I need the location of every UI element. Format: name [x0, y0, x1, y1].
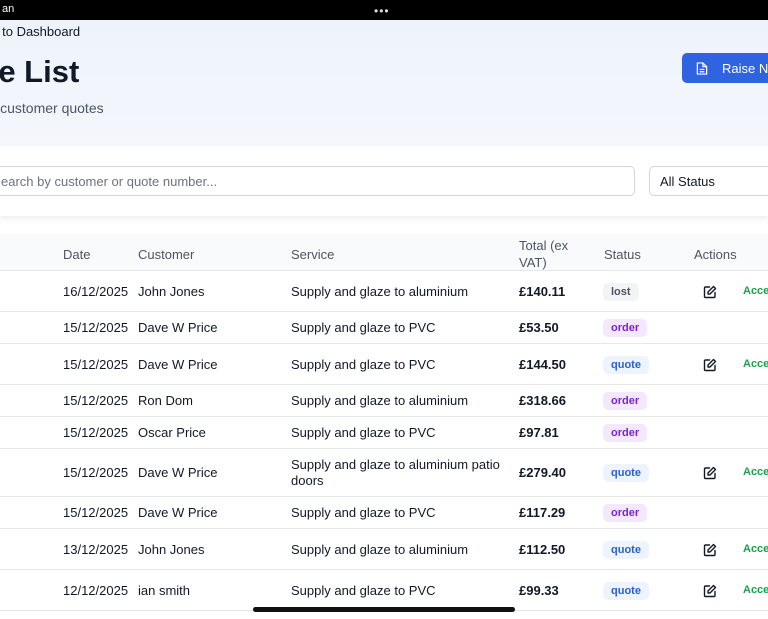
table-row[interactable]: 15/12/2025 Dave W Price Supply and glaze t…	[0, 497, 768, 529]
cell-total: £97.81	[519, 425, 559, 440]
edit-icon[interactable]	[703, 584, 717, 598]
table-row[interactable]: 15/12/2025 Oscar Price Supply and glaze to…	[0, 417, 768, 449]
cell-service: Supply and glaze to PVC	[291, 582, 436, 598]
status-badge: quote	[603, 581, 649, 600]
status-badge: order	[603, 504, 648, 522]
accept-quote-link[interactable]: Acce	[743, 466, 768, 478]
table-row[interactable]: 15/12/2025 Dave W Price Supply and glaze t…	[0, 344, 768, 385]
cell-date: 13/12/2025	[63, 541, 129, 557]
cell-total: £53.50	[519, 320, 559, 335]
cell-date: 15/12/2025	[63, 505, 129, 520]
quotes-table: Date Customer Service Total (ex VAT) Sta…	[0, 234, 768, 619]
accept-quote-link[interactable]: Acce	[743, 358, 768, 370]
cell-customer: John Jones	[138, 283, 205, 299]
table-row[interactable]: 15/12/2025 Dave W Price Supply and glaze t…	[0, 449, 768, 497]
home-indicator[interactable]	[253, 607, 515, 612]
raise-new-quote-button[interactable]: Raise Ne	[682, 53, 768, 83]
status-badge: order	[603, 392, 648, 410]
cell-service: Supply and glaze to PVC	[291, 425, 436, 440]
document-icon	[696, 61, 708, 75]
edit-icon[interactable]	[703, 543, 717, 557]
cell-customer: John Jones	[138, 541, 205, 557]
cell-service: Supply and glaze to PVC	[291, 505, 436, 520]
column-header-date[interactable]: Date	[63, 246, 90, 263]
cell-total: £144.50	[519, 356, 566, 372]
column-header-customer[interactable]: Customer	[138, 246, 194, 263]
table-row[interactable]: 12/12/2025 ian smith Supply and glaze to P…	[0, 570, 768, 611]
cell-total: £117.29	[519, 505, 566, 520]
table-row[interactable]: 13/12/2025 John Jones Supply and glaze to …	[0, 529, 768, 570]
cell-total: £140.11	[519, 283, 566, 299]
cell-date: 16/12/2025	[63, 283, 129, 299]
system-status-bar: an •••	[0, 0, 768, 20]
cell-customer: Dave W Price	[138, 465, 218, 480]
cell-service: Supply and glaze to aluminium	[291, 393, 469, 408]
back-to-dashboard-link[interactable]: k to Dashboard	[0, 24, 80, 39]
raise-new-quote-label: Raise Ne	[722, 60, 768, 76]
cell-date: 15/12/2025	[63, 393, 129, 408]
status-bar-text: an	[2, 3, 15, 15]
status-filter-select[interactable]: All Status	[649, 166, 768, 196]
cell-customer: Ron Dom	[138, 393, 193, 408]
cell-service: Supply and glaze to aluminium patio door…	[291, 457, 500, 488]
status-badge: order	[603, 319, 648, 337]
page-title: te List	[0, 54, 80, 89]
cell-date: 12/12/2025	[63, 582, 129, 598]
edit-icon[interactable]	[703, 466, 717, 480]
cell-date: 15/12/2025	[63, 320, 129, 335]
cell-service: Supply and glaze to aluminium	[291, 541, 469, 557]
accept-quote-link[interactable]: Acce	[743, 584, 768, 596]
cell-date: 15/12/2025	[63, 425, 129, 440]
status-badge: lost	[603, 282, 639, 301]
cell-date: 15/12/2025	[63, 356, 129, 372]
status-badge: quote	[603, 355, 649, 374]
cell-total: £279.40	[519, 465, 566, 480]
cell-customer: Oscar Price	[138, 425, 206, 440]
cell-customer: Dave W Price	[138, 320, 218, 335]
page-header: k to Dashboard te List ll customer quote…	[0, 20, 768, 146]
page-subtitle: ll customer quotes	[0, 100, 104, 116]
cell-total: £99.33	[519, 582, 559, 598]
search-input[interactable]	[0, 166, 635, 196]
cell-customer: Dave W Price	[138, 505, 218, 520]
accept-quote-link[interactable]: Acce	[743, 543, 768, 555]
column-header-service[interactable]: Service	[291, 246, 334, 263]
cell-service: Supply and glaze to PVC	[291, 320, 436, 335]
table-row[interactable]: 15/12/2025 Ron Dom Supply and glaze to alu…	[0, 385, 768, 417]
column-header-total[interactable]: Total (ex VAT)	[519, 237, 583, 271]
edit-icon[interactable]	[703, 358, 717, 372]
cell-total: £112.50	[519, 541, 566, 557]
cell-service: Supply and glaze to aluminium	[291, 283, 469, 299]
table-row[interactable]: 16/12/2025 John Jones Supply and glaze to …	[0, 271, 768, 312]
status-badge: quote	[603, 540, 649, 559]
status-badge: order	[603, 424, 648, 442]
cell-total: £318.66	[519, 393, 566, 408]
cell-customer: ian smith	[138, 582, 191, 598]
column-header-status[interactable]: Status	[604, 246, 641, 263]
cell-date: 15/12/2025	[63, 465, 129, 480]
table-row[interactable]: 15/12/2025 Dave W Price Supply and glaze t…	[0, 312, 768, 344]
filter-panel: All Status	[0, 146, 768, 216]
status-badge: quote	[603, 464, 649, 482]
accept-quote-link[interactable]: Acce	[743, 285, 768, 297]
cell-service: Supply and glaze to PVC	[291, 356, 436, 372]
table-header: Date Customer Service Total (ex VAT) Sta…	[0, 234, 768, 271]
column-header-actions: Actions	[694, 247, 737, 262]
multitasking-dots-icon[interactable]: •••	[374, 4, 390, 18]
cell-customer: Dave W Price	[138, 356, 218, 372]
edit-icon[interactable]	[703, 285, 717, 299]
